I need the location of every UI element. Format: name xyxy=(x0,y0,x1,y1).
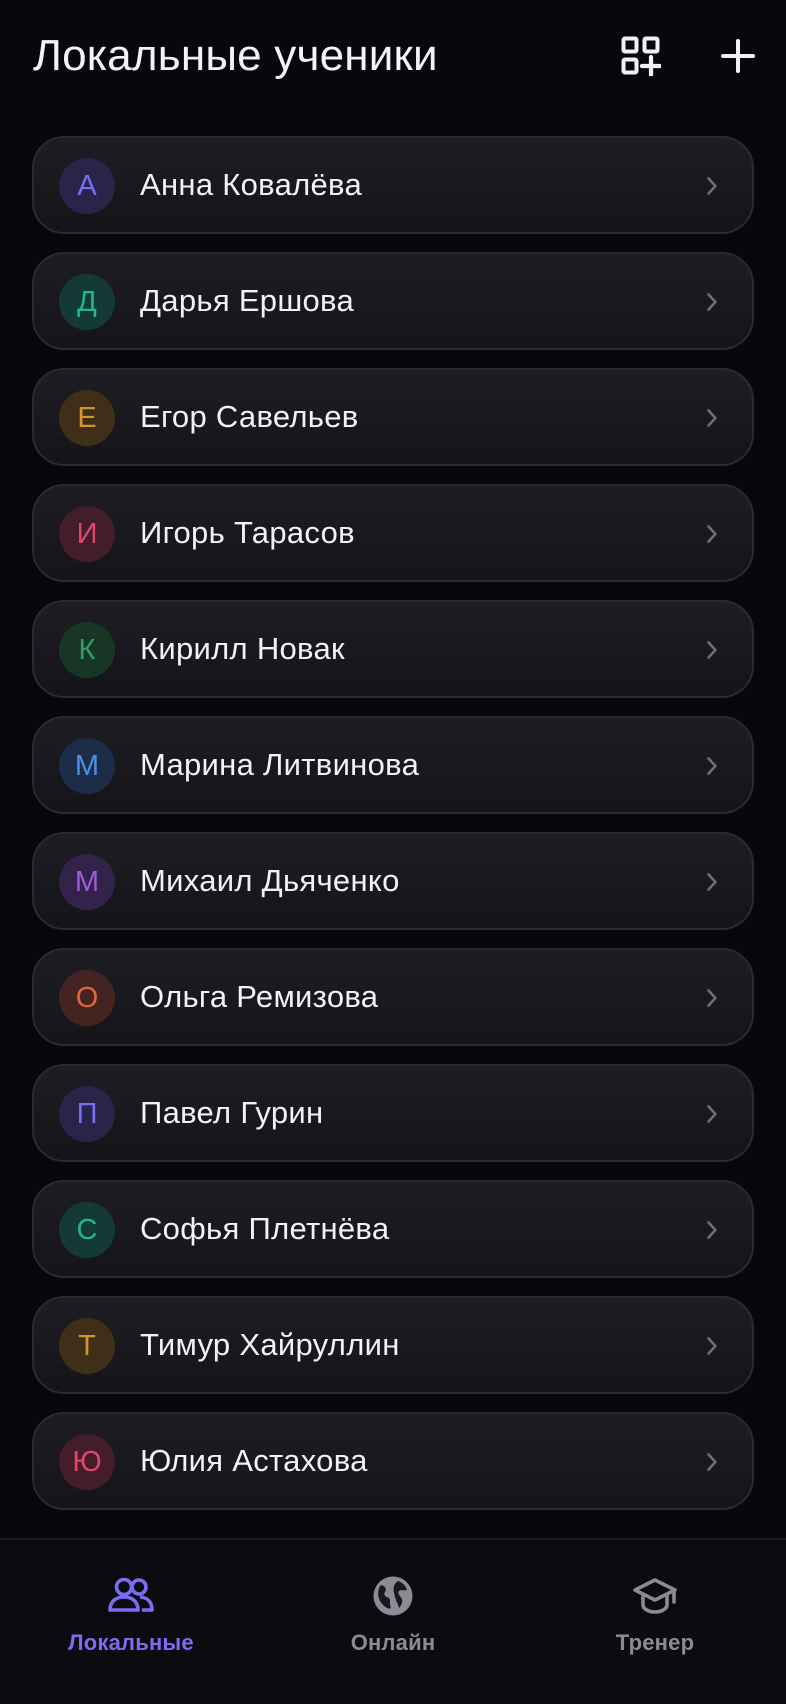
chevron-right-icon xyxy=(702,986,722,1010)
tab-coach[interactable]: Тренер xyxy=(555,1572,755,1672)
qr-add-button[interactable] xyxy=(615,30,667,82)
chevron-right-icon xyxy=(702,754,722,778)
chevron-right-icon xyxy=(702,290,722,314)
student-name: Павел Гурин xyxy=(140,1095,324,1130)
avatar: О xyxy=(59,970,115,1026)
student-name: Марина Литвинова xyxy=(140,747,420,782)
student-name: Анна Ковалёва xyxy=(140,167,363,202)
bottom-tab-bar: Локальные Онлайн Тренер xyxy=(0,1538,786,1704)
student-row[interactable]: М Марина Литвинова xyxy=(32,716,754,814)
student-row[interactable]: О Ольга Ремизова xyxy=(32,948,754,1046)
add-student-button[interactable] xyxy=(712,30,764,82)
student-list: А Анна Ковалёва Д Дарья Ершова Е Егор Савелье… xyxy=(32,136,754,1528)
student-row[interactable]: Д Дарья Ершова xyxy=(32,252,754,350)
graduation-cap-icon xyxy=(633,1578,677,1614)
student-row[interactable]: А Анна Ковалёва xyxy=(32,136,754,234)
avatar: Д xyxy=(59,274,115,330)
student-row[interactable]: С Софья Плетнёва xyxy=(32,1180,754,1278)
student-row[interactable]: Т Тимур Хайруллин xyxy=(32,1296,754,1394)
chevron-right-icon xyxy=(702,522,722,546)
users-icon xyxy=(108,1577,154,1612)
student-name: Кирилл Новак xyxy=(140,631,345,666)
student-name: Егор Савельев xyxy=(140,399,359,434)
avatar: И xyxy=(59,506,115,562)
plus-icon xyxy=(721,39,755,73)
student-row[interactable]: К Кирилл Новак xyxy=(32,600,754,698)
chevron-right-icon xyxy=(702,406,722,430)
tab-online[interactable]: Онлайн xyxy=(293,1572,493,1672)
tab-local[interactable]: Локальные xyxy=(31,1572,231,1672)
qr-add-icon xyxy=(621,36,661,76)
avatar: К xyxy=(59,622,115,678)
student-name: Софья Плетнёва xyxy=(140,1211,390,1246)
tab-label: Онлайн xyxy=(350,1630,436,1655)
globe-icon xyxy=(373,1576,413,1616)
student-row[interactable]: П Павел Гурин xyxy=(32,1064,754,1162)
student-name: Игорь Тарасов xyxy=(140,515,355,550)
chevron-right-icon xyxy=(702,870,722,894)
avatar: А xyxy=(59,158,115,214)
student-name: Михаил Дьяченко xyxy=(140,863,400,898)
avatar: Ю xyxy=(59,1434,115,1490)
tab-label: Тренер xyxy=(615,1630,695,1655)
chevron-right-icon xyxy=(702,174,722,198)
student-name: Юлия Астахова xyxy=(140,1443,368,1478)
student-name: Дарья Ершова xyxy=(140,283,355,318)
chevron-right-icon xyxy=(702,1334,722,1358)
student-row[interactable]: Ю Юлия Астахова xyxy=(32,1412,754,1510)
page-title: Локальные ученики xyxy=(33,31,438,80)
chevron-right-icon xyxy=(702,638,722,662)
chevron-right-icon xyxy=(702,1218,722,1242)
student-row[interactable]: М Михаил Дьяченко xyxy=(32,832,754,930)
avatar: М xyxy=(59,738,115,794)
student-row[interactable]: И Игорь Тарасов xyxy=(32,484,754,582)
avatar: Т xyxy=(59,1318,115,1374)
header: Локальные ученики xyxy=(0,0,786,115)
chevron-right-icon xyxy=(702,1102,722,1126)
avatar: П xyxy=(59,1086,115,1142)
tab-label: Локальные xyxy=(68,1630,194,1655)
student-name: Ольга Ремизова xyxy=(140,979,379,1014)
chevron-right-icon xyxy=(702,1450,722,1474)
student-row[interactable]: Е Егор Савельев xyxy=(32,368,754,466)
avatar: М xyxy=(59,854,115,910)
avatar: С xyxy=(59,1202,115,1258)
student-name: Тимур Хайруллин xyxy=(140,1327,400,1362)
avatar: Е xyxy=(59,390,115,446)
